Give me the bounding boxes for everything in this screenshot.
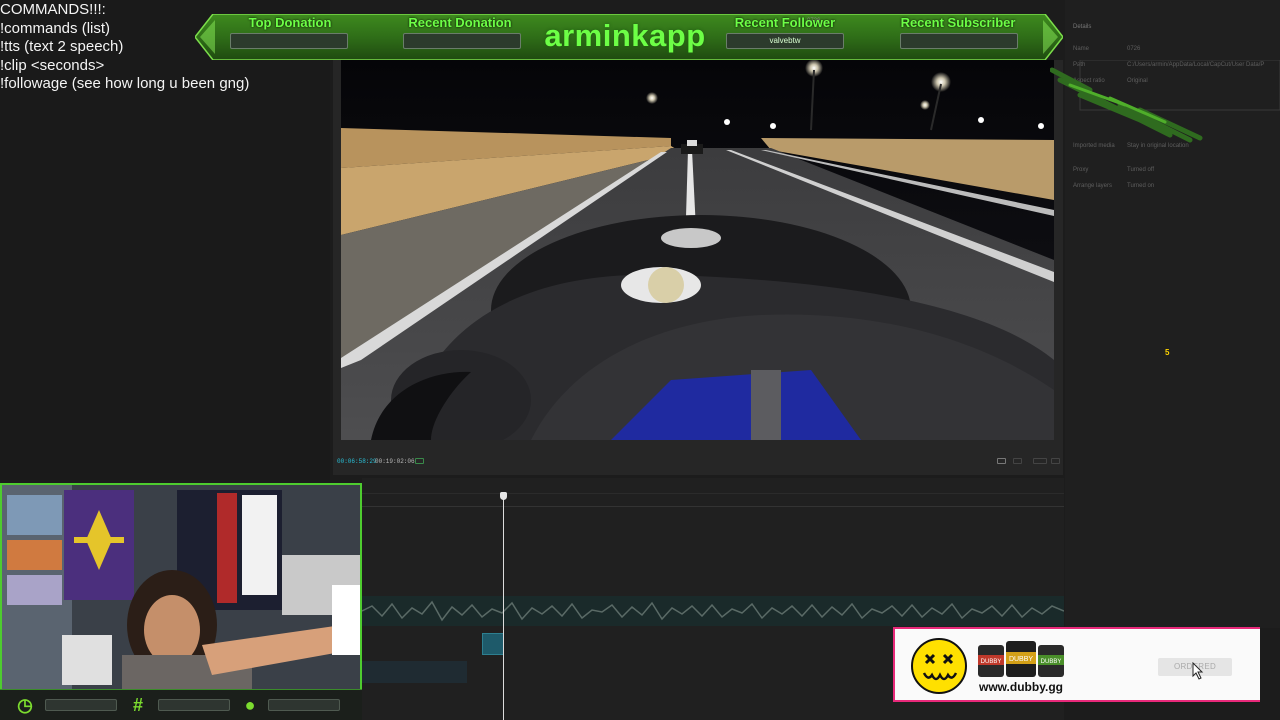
channel-name: arminkapp	[544, 18, 706, 53]
clock-icon: ◷	[17, 695, 33, 715]
tub-label: DUBBY	[1009, 656, 1033, 663]
smiley-icon	[911, 638, 967, 694]
sponsor-url[interactable]: www.dubby.gg	[979, 680, 1063, 694]
tub-label: DUBBY	[981, 659, 1002, 665]
cursor-icon	[1192, 662, 1204, 680]
recent-donation-label: Recent Donation	[408, 15, 512, 30]
crop-icon[interactable]	[1013, 458, 1022, 464]
recent-follower-label: Recent Follower	[734, 15, 836, 30]
clip-track[interactable]	[362, 661, 467, 683]
recent-subscriber-label: Recent Subscriber	[900, 15, 1016, 30]
detail-key: Name	[1073, 46, 1090, 52]
detail-row: Name 0726	[1073, 46, 1140, 52]
user-icon: ●	[244, 695, 256, 715]
recent-follower-value: valvebtw	[726, 33, 844, 49]
details-title: Details	[1073, 24, 1092, 30]
tub-label: DUBBY	[1041, 659, 1062, 665]
slime-decoration	[1050, 60, 1280, 143]
fit-icon[interactable]	[1033, 458, 1047, 464]
hashtag-icon: #	[132, 695, 143, 715]
badge-counter: 5	[1165, 348, 1170, 357]
webcam-info-bar: ◷ # ●	[0, 689, 362, 720]
stream-screen: COMMANDS!!!: !commands (list) !tts (text…	[0, 0, 1280, 720]
timeline-toolbar	[362, 478, 1064, 494]
detail-value: 0726	[1127, 46, 1141, 52]
timeline-ruler[interactable]	[362, 495, 1064, 507]
sponsor-ad[interactable]: DUBBY DUBBY DUBBY www.dubby.gg ORDERED	[893, 627, 1260, 702]
recent-subscriber-value	[900, 33, 1018, 49]
detail-key: Proxy	[1073, 167, 1089, 173]
playhead[interactable]	[503, 492, 504, 720]
detail-row: Arrange layers Turned on	[1073, 183, 1154, 189]
webcam-feed	[0, 483, 362, 720]
detail-value: Turned off	[1127, 167, 1155, 173]
product-tubs: DUBBY DUBBY DUBBY	[978, 641, 1064, 677]
commands-overlay: COMMANDS!!!: !commands (list) !tts (text…	[0, 0, 330, 480]
webcam-scene	[2, 485, 360, 691]
detail-value: Turned on	[1127, 183, 1155, 189]
video-preview[interactable]	[341, 60, 1054, 440]
uptime-field	[45, 699, 117, 711]
ratio-icon[interactable]	[997, 458, 1006, 464]
audio-track[interactable]	[361, 596, 1065, 626]
playhead-handle[interactable]	[500, 492, 507, 500]
detail-row: Proxy Turned off	[1073, 167, 1154, 173]
recent-donation-value	[403, 33, 521, 49]
top-donation-label: Top Donation	[248, 15, 332, 30]
video-clip[interactable]	[482, 633, 504, 655]
viewers-field	[268, 699, 340, 711]
total-timecode: 00:19:02:06	[375, 458, 415, 465]
grid-icon[interactable]	[415, 458, 424, 464]
stream-banner: 0726 Top Donation Recent Donation armink…	[195, 14, 1063, 60]
player-controls: 00:06:58:29 00:19:02:06	[333, 452, 1063, 472]
current-timecode: 00:06:58:29	[337, 458, 377, 465]
fullscreen-icon[interactable]	[1051, 458, 1060, 464]
go-kart-footage	[341, 60, 1054, 440]
command-followage: !followage (see how long u been gng)	[0, 75, 250, 92]
waveform	[361, 600, 1065, 622]
detail-key: Arrange layers	[1073, 183, 1113, 189]
count-field	[158, 699, 230, 711]
top-donation-value	[230, 33, 348, 49]
